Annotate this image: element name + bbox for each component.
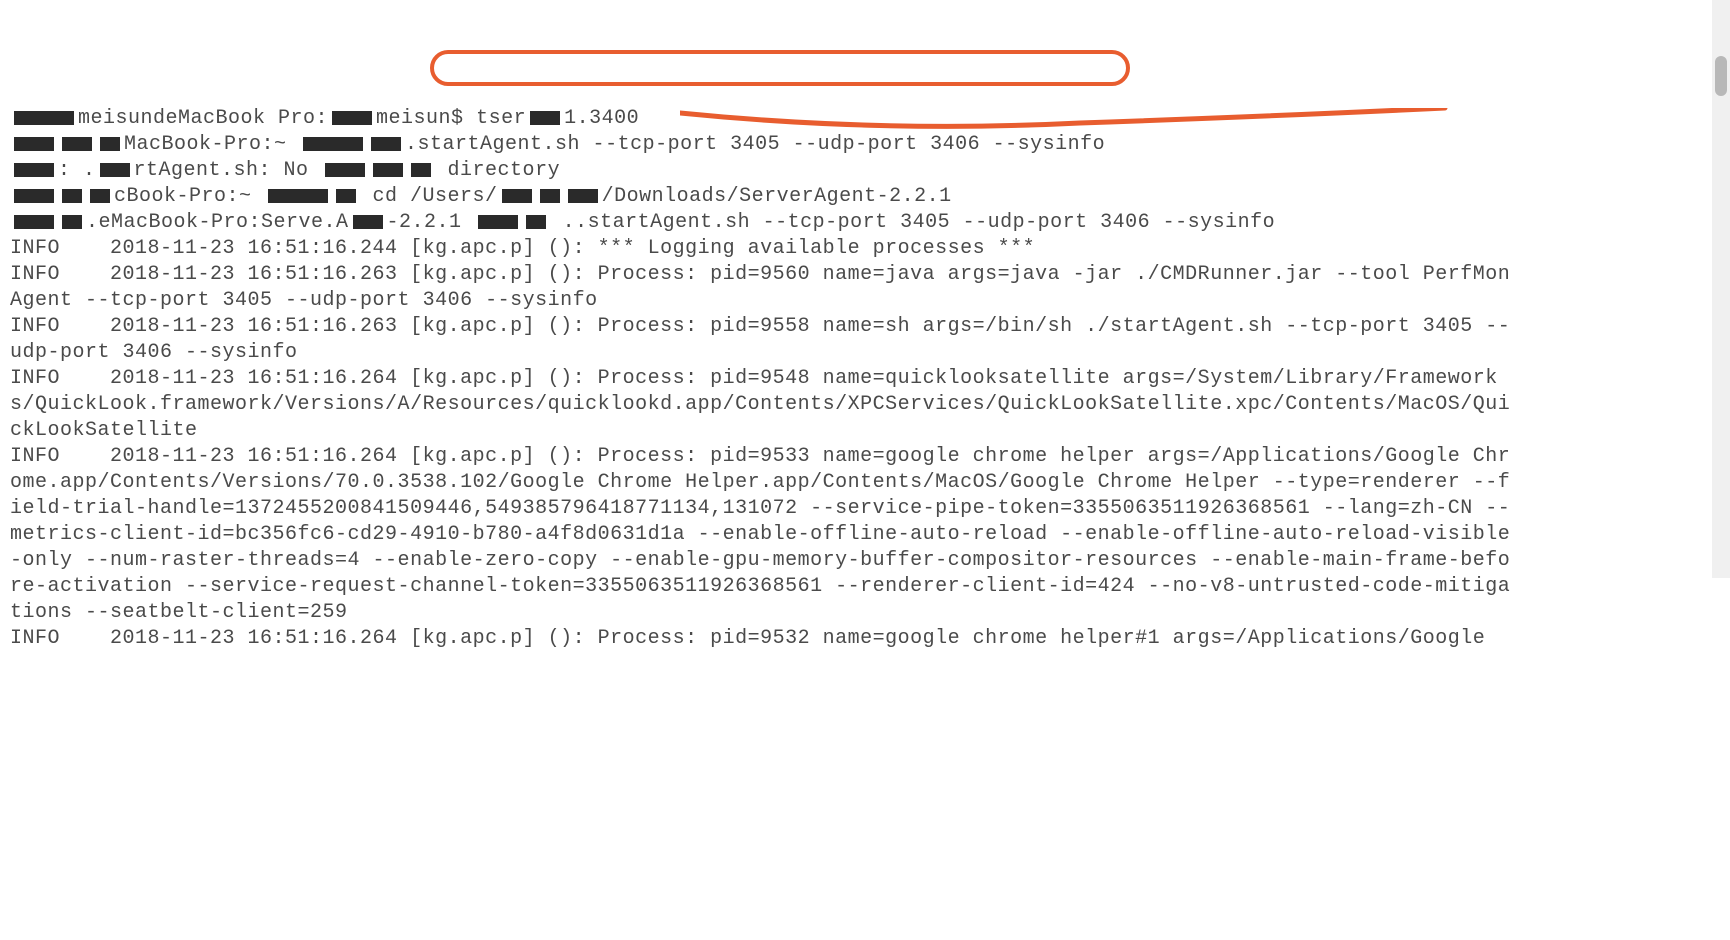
terminal-line: cBook-Pro:~ cd /Users/ /Downloads/ServerA… [10, 184, 1520, 210]
terminal-text: MacBook-Pro:~ [124, 133, 299, 156]
redaction-block [502, 189, 532, 203]
terminal-text: INFO 2018-11-23 16:51:16.263 [kg.apc.p] … [10, 263, 1510, 312]
terminal-text: /Downloads/ServerAgent-2.2.1 [602, 185, 952, 208]
scrollbar-track[interactable] [1712, 0, 1730, 578]
terminal-output[interactable]: meisundeMacBook Pro:meisun$ tser1.3400Ma… [10, 106, 1520, 652]
redaction-block [62, 215, 82, 229]
redaction-block [526, 215, 546, 229]
redaction-block [62, 137, 92, 151]
terminal-line: INFO 2018-11-23 16:51:16.244 [kg.apc.p] … [10, 236, 1520, 262]
redaction-block [373, 163, 403, 177]
terminal-text: cBook-Pro:~ [114, 185, 264, 208]
redaction-block [568, 189, 598, 203]
terminal-line: INFO 2018-11-23 16:51:16.264 [kg.apc.p] … [10, 626, 1520, 652]
redaction-block [100, 163, 130, 177]
redaction-block [14, 111, 74, 125]
terminal-line: MacBook-Pro:~ .startAgent.sh --tcp-port … [10, 132, 1520, 158]
terminal-text: .startAgent.sh --tcp-port 3405 --udp-por… [405, 133, 1105, 156]
redaction-block [14, 137, 54, 151]
terminal-text: -2.2.1 [387, 211, 475, 234]
terminal-text: meisundeMacBook Pro: [78, 107, 328, 130]
redaction-block [268, 189, 328, 203]
terminal-text: 1.3400 [564, 107, 639, 130]
terminal-line: .eMacBook-Pro:Serve.A -2.2.1 ..startAgent… [10, 210, 1520, 236]
terminal-text: INFO 2018-11-23 16:51:16.264 [kg.apc.p] … [10, 627, 1485, 650]
terminal-text: cd /Users/ [360, 185, 498, 208]
redaction-block [411, 163, 431, 177]
redaction-block [332, 111, 372, 125]
terminal-text: : . [58, 159, 96, 182]
scrollbar-thumb[interactable] [1715, 56, 1727, 96]
annotation-highlight-box [430, 50, 1130, 86]
terminal-text: .eMacBook-Pro:Serve.A [86, 211, 349, 234]
redaction-block [336, 189, 356, 203]
terminal-line: INFO 2018-11-23 16:51:16.263 [kg.apc.p] … [10, 262, 1520, 314]
redaction-block [478, 215, 518, 229]
redaction-block [540, 189, 560, 203]
terminal-line: meisundeMacBook Pro: meisun$ tser 1.3400 [10, 106, 1520, 132]
terminal-text: meisun$ tser [376, 107, 526, 130]
terminal-text: INFO 2018-11-23 16:51:16.263 [kg.apc.p] … [10, 315, 1510, 364]
redaction-block [325, 163, 365, 177]
redaction-block [62, 189, 82, 203]
terminal-line: INFO 2018-11-23 16:51:16.264 [kg.apc.p] … [10, 366, 1520, 444]
redaction-block [100, 137, 120, 151]
redaction-block [371, 137, 401, 151]
terminal-text: INFO 2018-11-23 16:51:16.264 [kg.apc.p] … [10, 367, 1510, 442]
terminal-text: INFO 2018-11-23 16:51:16.264 [kg.apc.p] … [10, 445, 1510, 624]
terminal-text: ..startAgent.sh --tcp-port 3405 --udp-po… [550, 211, 1275, 234]
terminal-line: INFO 2018-11-23 16:51:16.264 [kg.apc.p] … [10, 444, 1520, 626]
terminal-line: INFO 2018-11-23 16:51:16.263 [kg.apc.p] … [10, 314, 1520, 366]
redaction-block [303, 137, 363, 151]
redaction-block [14, 215, 54, 229]
redaction-block [14, 163, 54, 177]
redaction-block [14, 189, 54, 203]
terminal-text: directory [435, 159, 560, 182]
terminal-line: : . rtAgent.sh: No directory [10, 158, 1520, 184]
redaction-block [530, 111, 560, 125]
redaction-block [353, 215, 383, 229]
redaction-block [90, 189, 110, 203]
terminal-text: rtAgent.sh: No [134, 159, 322, 182]
terminal-text: INFO 2018-11-23 16:51:16.244 [kg.apc.p] … [10, 237, 1035, 260]
